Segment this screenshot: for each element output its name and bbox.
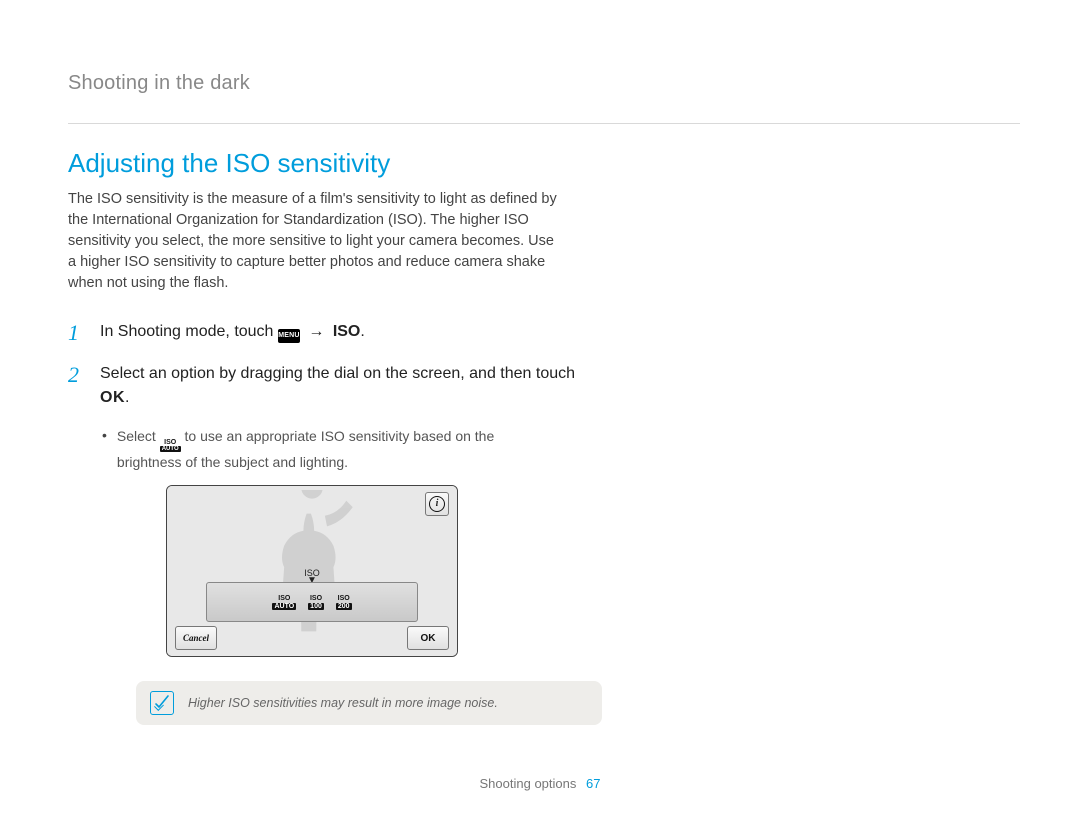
manual-page: Shooting in the dark Adjusting the ISO s…	[0, 0, 1080, 815]
iso-option-auto[interactable]: ISO AUTO	[272, 595, 296, 610]
menu-icon: MENU	[278, 329, 300, 343]
step-1-tail: .	[360, 323, 364, 340]
step-2-line: Select an option by dragging the dial on…	[100, 365, 575, 382]
iso-inline-bot: AUTO	[160, 446, 181, 452]
step-1: 1 In Shooting mode, touch MENU → ISO.	[68, 320, 588, 346]
iso-inline-top: ISO	[164, 439, 176, 446]
divider	[68, 123, 1020, 124]
step-text: In Shooting mode, touch MENU → ISO.	[100, 320, 588, 344]
breadcrumb: Shooting in the dark	[68, 72, 1020, 95]
step-text: Select an option by dragging the dial on…	[100, 362, 588, 410]
step-number: 1	[68, 320, 86, 346]
steps-list: 1 In Shooting mode, touch MENU → ISO. 2 …	[68, 320, 588, 725]
step-1-iso-label: ISO	[333, 323, 361, 340]
step-2: 2 Select an option by dragging the dial …	[68, 362, 588, 410]
iso-tick-top: ISO	[310, 595, 322, 602]
iso-tick-bot: 200	[336, 603, 352, 610]
page-title: Adjusting the ISO sensitivity	[68, 148, 1020, 179]
iso-option-100[interactable]: ISO 100	[308, 595, 324, 610]
iso-option-200[interactable]: ISO 200	[336, 595, 352, 610]
note-callout: Higher ISO sensitivities may result in m…	[136, 681, 602, 725]
iso-tick-top: ISO	[278, 595, 290, 602]
iso-auto-icon: ISO AUTO	[160, 429, 181, 452]
page-footer: Shooting options 67	[0, 776, 1080, 791]
camera-screen-bg: ISO ▼▼ ISO AUTO ISO 100 ISO 200	[167, 486, 457, 656]
iso-tick-top: ISO	[338, 595, 350, 602]
bullet-dot: •	[102, 426, 107, 473]
footer-section: Shooting options	[480, 776, 577, 791]
sub-bullet: • Select ISO AUTO to use an appropriate …	[102, 426, 562, 473]
iso-dial[interactable]: ISO AUTO ISO 100 ISO 200	[206, 582, 418, 622]
intro-paragraph: The ISO sensitivity is the measure of a …	[68, 189, 558, 294]
ok-inline-icon: OK	[100, 389, 125, 406]
sub-bullet-text: Select ISO AUTO to use an appropriate IS…	[117, 426, 562, 473]
info-icon: i	[429, 496, 445, 512]
step-1-pre: In Shooting mode, touch	[100, 323, 278, 340]
note-icon	[150, 691, 174, 715]
iso-tick-bot: 100	[308, 603, 324, 610]
note-text: Higher ISO sensitivities may result in m…	[188, 696, 498, 710]
arrow-icon: →	[308, 323, 324, 340]
iso-tick-bot: AUTO	[272, 603, 296, 610]
camera-screen-illustration: ISO ▼▼ ISO AUTO ISO 100 ISO 200	[166, 485, 458, 657]
sub-pre: Select	[117, 428, 160, 444]
ok-button[interactable]: OK	[407, 626, 449, 650]
info-button[interactable]: i	[425, 492, 449, 516]
step-number: 2	[68, 362, 86, 388]
cancel-button[interactable]: Cancel	[175, 626, 217, 650]
step-2-tail: .	[125, 389, 129, 406]
footer-page-number: 67	[586, 776, 600, 791]
